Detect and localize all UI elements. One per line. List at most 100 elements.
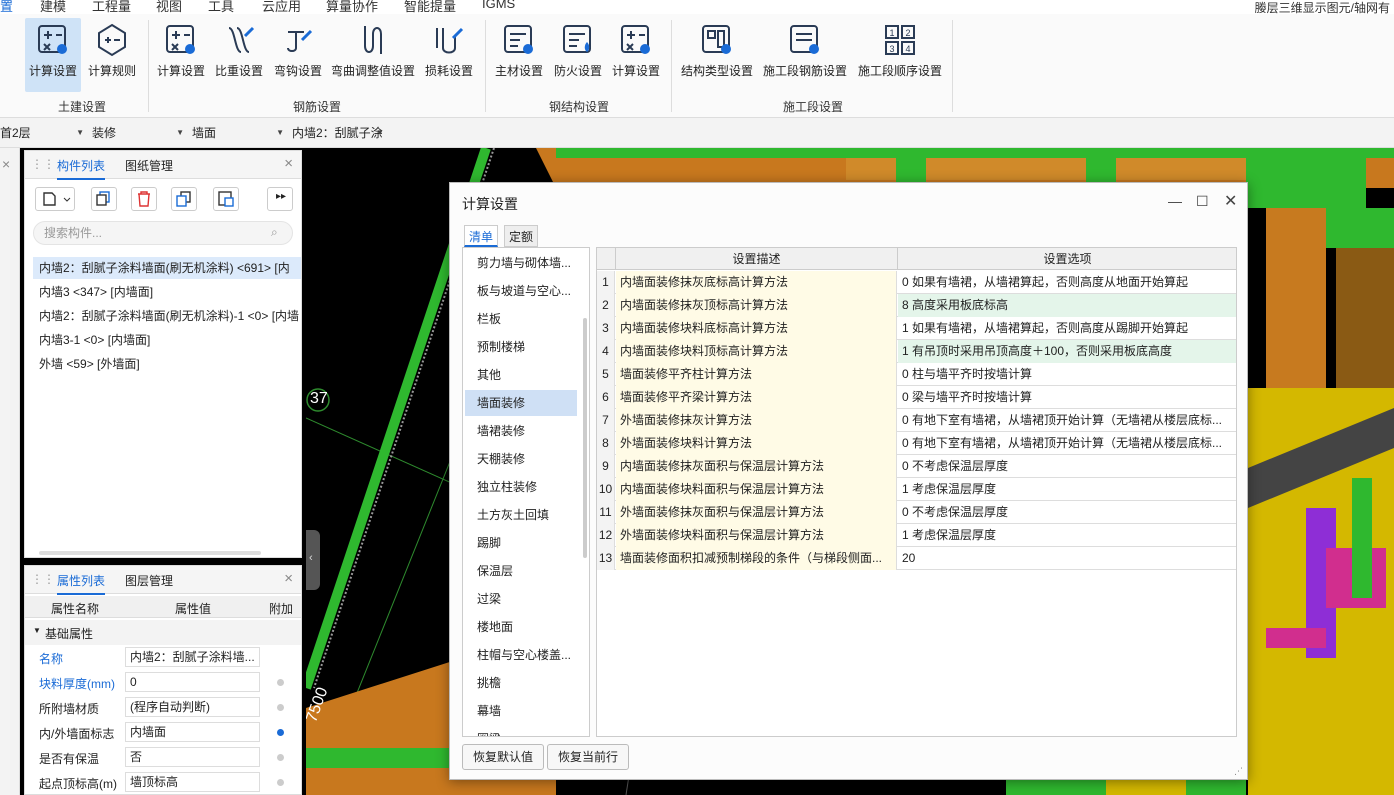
- loss-settings-button[interactable]: 损耗设置: [422, 18, 476, 92]
- attach-radio[interactable]: [277, 729, 284, 736]
- option-cell[interactable]: 8 高度采用板底标高: [898, 294, 1236, 317]
- close-icon[interactable]: ×: [284, 155, 293, 172]
- density-settings-button[interactable]: 比重设置: [212, 18, 266, 92]
- property-row[interactable]: 是否有保温否: [25, 745, 301, 770]
- property-section-header[interactable]: ▼ 基础属性: [25, 620, 301, 645]
- type-select[interactable]: 墙面 ▼: [192, 124, 284, 142]
- rebar-calc-settings-button[interactable]: 计算设置: [155, 18, 207, 92]
- table-row[interactable]: 5 墙面装修平齐柱计算方法 0 柱与墙平齐时按墙计算: [597, 363, 1236, 386]
- attach-radio[interactable]: [277, 779, 284, 786]
- property-row[interactable]: 名称 内墙2：刮腻子涂料墙...: [25, 645, 301, 670]
- close-icon[interactable]: ×: [284, 570, 293, 587]
- menu-settings[interactable]: 置: [0, 0, 13, 14]
- option-cell[interactable]: 0 柱与墙平齐时按墙计算: [898, 363, 1236, 386]
- list-item[interactable]: 内墙3-1 <0> [内墙面]: [33, 329, 301, 351]
- menu-cloud[interactable]: 云应用: [262, 0, 301, 14]
- table-row[interactable]: 1 内墙面装修抹灰底标高计算方法 0 如果有墙裙，从墙裙算起，否则高度从地面开始算起: [597, 271, 1236, 294]
- tujian-calc-rules-button[interactable]: 计算规则: [85, 18, 139, 92]
- table-row[interactable]: 2 内墙面装修抹灰顶标高计算方法 8 高度采用板底标高: [597, 294, 1236, 317]
- option-cell[interactable]: 1 有吊顶时采用吊顶高度＋100，否则采用板底高度: [898, 340, 1236, 363]
- option-cell[interactable]: 0 梁与墙平齐时按墙计算: [898, 386, 1236, 409]
- tab-layer-management[interactable]: 图层管理: [125, 572, 173, 589]
- list-item[interactable]: 内墙3 <347> [内墙面]: [33, 281, 301, 303]
- table-row[interactable]: 13 墙面装修面积扣减预制梯段的条件（与梯段侧面... 20: [597, 547, 1236, 570]
- menu-modeling[interactable]: 建模: [40, 0, 66, 14]
- option-cell[interactable]: 0 有地下室有墙裙，从墙裙顶开始计算（无墙裙从楼层底标...: [898, 432, 1236, 455]
- property-row[interactable]: 起点顶标高(m) 墙顶标高: [25, 770, 301, 794]
- property-row[interactable]: 所附墙材质 (程序自动判断): [25, 695, 301, 720]
- category-item[interactable]: 挑檐: [465, 670, 577, 696]
- hook-settings-button[interactable]: 弯钩设置: [271, 18, 325, 92]
- category-item[interactable]: 过梁: [465, 586, 577, 612]
- property-row[interactable]: 内/外墙面标志 内墙面: [25, 720, 301, 745]
- table-row[interactable]: 10 内墙面装修块料面积与保温层计算方法 1 考虑保温层厚度: [597, 478, 1236, 501]
- table-row[interactable]: 4 内墙面装修块料顶标高计算方法 1 有吊顶时采用吊顶高度＋100，否则采用板底高度: [597, 340, 1236, 363]
- category-item[interactable]: 其他: [465, 362, 577, 388]
- table-row[interactable]: 6 墙面装修平齐梁计算方法 0 梁与墙平齐时按墙计算: [597, 386, 1236, 409]
- restore-default-button[interactable]: 恢复默认值: [462, 744, 545, 770]
- attach-radio[interactable]: [277, 704, 284, 711]
- table-row[interactable]: 9 内墙面装修抹灰面积与保温层计算方法 0 不考虑保温层厚度: [597, 455, 1236, 478]
- property-row[interactable]: 块料厚度(mm) 0: [25, 670, 301, 695]
- drag-handle-icon[interactable]: ⋮⋮: [31, 157, 55, 171]
- menu-quantity[interactable]: 工程量: [92, 0, 131, 14]
- category-item-selected[interactable]: 墙面装修: [465, 390, 577, 416]
- vertical-scrollbar[interactable]: [583, 318, 587, 558]
- property-value[interactable]: 内墙2：刮腻子涂料墙...: [125, 647, 260, 667]
- section-order-settings-button[interactable]: 1234 施工段顺序设置: [855, 18, 945, 92]
- property-value[interactable]: 否: [125, 747, 260, 767]
- steel-calc-settings-button[interactable]: 计算设置: [609, 18, 663, 92]
- list-item[interactable]: 外墙 <59> [外墙面]: [33, 353, 301, 375]
- category-item[interactable]: 栏板: [465, 306, 577, 332]
- category-item[interactable]: 楼地面: [465, 614, 577, 640]
- property-value[interactable]: (程序自动判断): [125, 697, 260, 717]
- layer-copy-button[interactable]: [213, 187, 239, 211]
- option-cell[interactable]: 0 不考虑保温层厚度: [898, 501, 1236, 524]
- category-item[interactable]: 独立柱装修: [465, 474, 577, 500]
- menu-smart[interactable]: 智能提量: [404, 0, 456, 14]
- category-select[interactable]: 装修 ▼: [92, 124, 184, 142]
- option-cell[interactable]: 1 考虑保温层厚度: [898, 524, 1236, 547]
- delete-button[interactable]: [131, 187, 157, 211]
- category-item[interactable]: 预制楼梯: [465, 334, 577, 360]
- table-row[interactable]: 11 外墙面装修抹灰面积与保温层计算方法 0 不考虑保温层厚度: [597, 501, 1236, 524]
- category-item[interactable]: 幕墙: [465, 698, 577, 724]
- attach-radio[interactable]: [277, 754, 284, 761]
- maximize-icon[interactable]: ☐: [1196, 193, 1209, 210]
- list-item[interactable]: 内墙2：刮腻子涂料墙面(刷无机涂料)-1 <0> [内墙: [33, 305, 301, 327]
- category-item[interactable]: 圈梁: [465, 726, 577, 736]
- menu-igms[interactable]: IGMS: [482, 0, 515, 11]
- tab-property-list[interactable]: 属性列表: [57, 572, 106, 595]
- resize-grip-icon[interactable]: ⋰: [1234, 766, 1243, 777]
- main-material-settings-button[interactable]: 主材设置: [492, 18, 546, 92]
- category-item[interactable]: 板与坡道与空心...: [465, 278, 577, 304]
- tab-quota[interactable]: 定额: [504, 225, 539, 247]
- more-icon[interactable]: ▸▸: [267, 187, 293, 211]
- drag-handle-icon[interactable]: ⋮⋮: [31, 572, 55, 586]
- copy-button[interactable]: [91, 187, 117, 211]
- floor-select[interactable]: 首2层 ▼: [0, 124, 84, 142]
- tab-drawing-management[interactable]: 图纸管理: [125, 157, 173, 174]
- property-value[interactable]: 内墙面: [125, 722, 260, 742]
- category-item[interactable]: 踢脚: [465, 530, 577, 556]
- category-item[interactable]: 保温层: [465, 558, 577, 584]
- minimize-icon[interactable]: —: [1168, 193, 1182, 209]
- table-row[interactable]: 12 外墙面装修块料面积与保温层计算方法 1 考虑保温层厚度: [597, 524, 1236, 547]
- table-row[interactable]: 7 外墙面装修抹灰计算方法 0 有地下室有墙裙，从墙裙顶开始计算（无墙裙从楼层底标.…: [597, 409, 1236, 432]
- category-item[interactable]: 天棚装修: [465, 446, 577, 472]
- category-item[interactable]: 柱帽与空心楼盖...: [465, 642, 577, 668]
- section-rebar-settings-button[interactable]: 施工段钢筋设置: [760, 18, 850, 92]
- option-cell[interactable]: 20: [898, 547, 1236, 570]
- tab-bill[interactable]: 清单: [464, 225, 499, 247]
- option-cell[interactable]: 1 如果有墙裙，从墙裙算起，否则高度从踢脚开始算起: [898, 317, 1236, 340]
- new-component-button[interactable]: [35, 187, 75, 211]
- menu-tools[interactable]: 工具: [208, 0, 234, 14]
- structure-type-settings-button[interactable]: 结构类型设置: [679, 18, 755, 92]
- fireproof-settings-button[interactable]: 防火设置: [551, 18, 605, 92]
- category-item[interactable]: 剪力墙与砌体墙...: [465, 250, 577, 276]
- option-cell[interactable]: 0 不考虑保温层厚度: [898, 455, 1236, 478]
- option-cell[interactable]: 0 有地下室有墙裙，从墙裙顶开始计算（无墙裙从楼层底标...: [898, 409, 1236, 432]
- menu-view[interactable]: 视图: [156, 0, 182, 14]
- menu-collab[interactable]: 算量协作: [326, 0, 378, 14]
- bend-adjust-settings-button[interactable]: 弯曲调整值设置: [330, 18, 416, 92]
